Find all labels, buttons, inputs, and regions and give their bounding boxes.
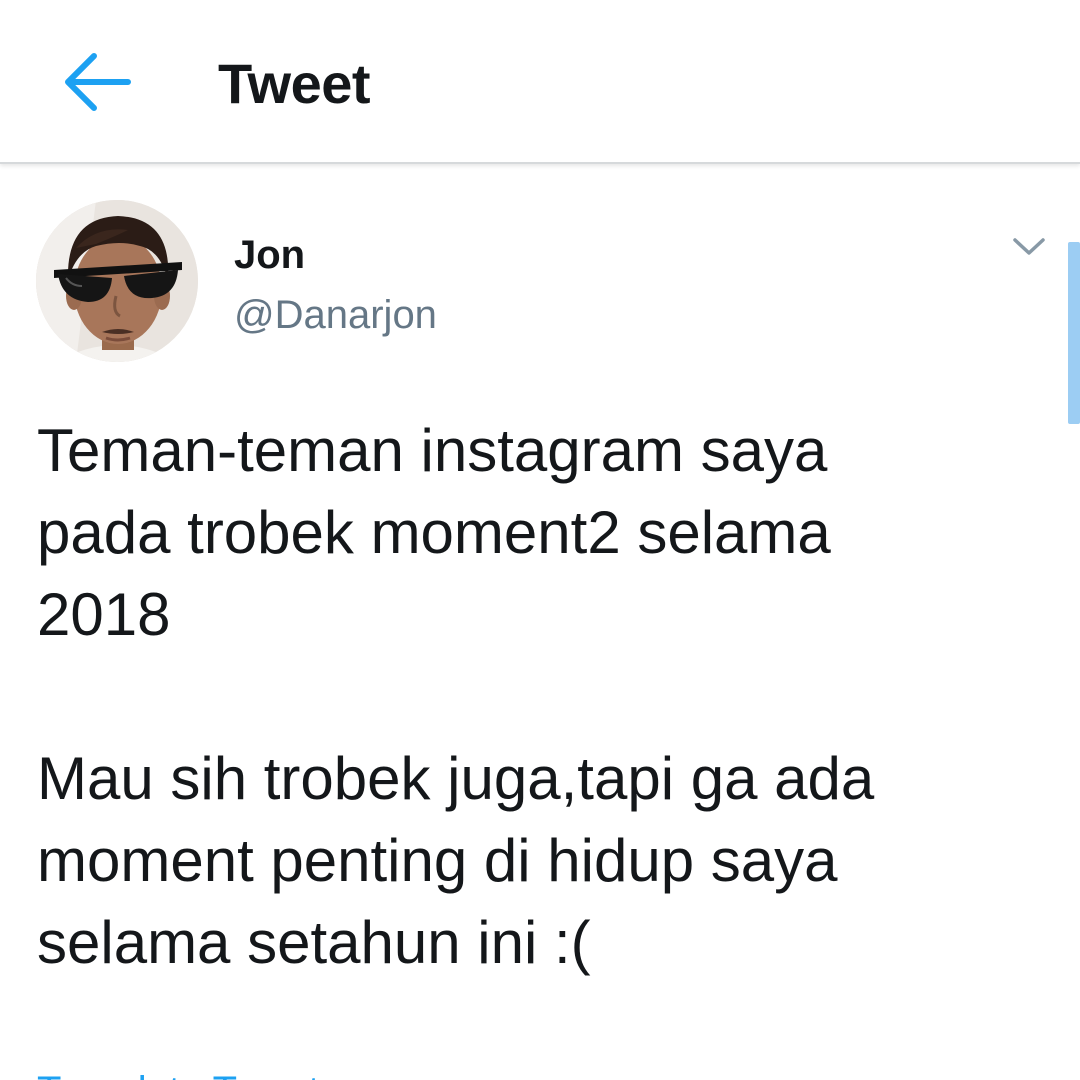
back-button[interactable] — [56, 42, 136, 122]
tweet-menu-button[interactable] — [1004, 222, 1054, 272]
tweet-paragraph: Teman-teman instagram saya pada trobek m… — [37, 417, 831, 648]
author-handle[interactable]: @Danarjon — [234, 292, 437, 338]
author-display-name[interactable]: Jon — [234, 232, 305, 278]
tweet-body: Teman-teman instagram saya pada trobek m… — [37, 410, 1037, 984]
scrollbar[interactable] — [1068, 242, 1080, 424]
avatar[interactable] — [36, 200, 198, 362]
translate-tweet-link[interactable]: Translate Tweet — [37, 1068, 319, 1080]
arrow-left-icon — [65, 53, 131, 111]
chevron-down-icon — [1013, 238, 1045, 255]
tweet-paragraph: Mau sih trobek juga,tapi ga ada moment p… — [37, 745, 875, 976]
top-app-bar: Tweet — [0, 0, 1080, 164]
page-title: Tweet — [218, 52, 371, 115]
avatar-photo — [36, 200, 198, 362]
